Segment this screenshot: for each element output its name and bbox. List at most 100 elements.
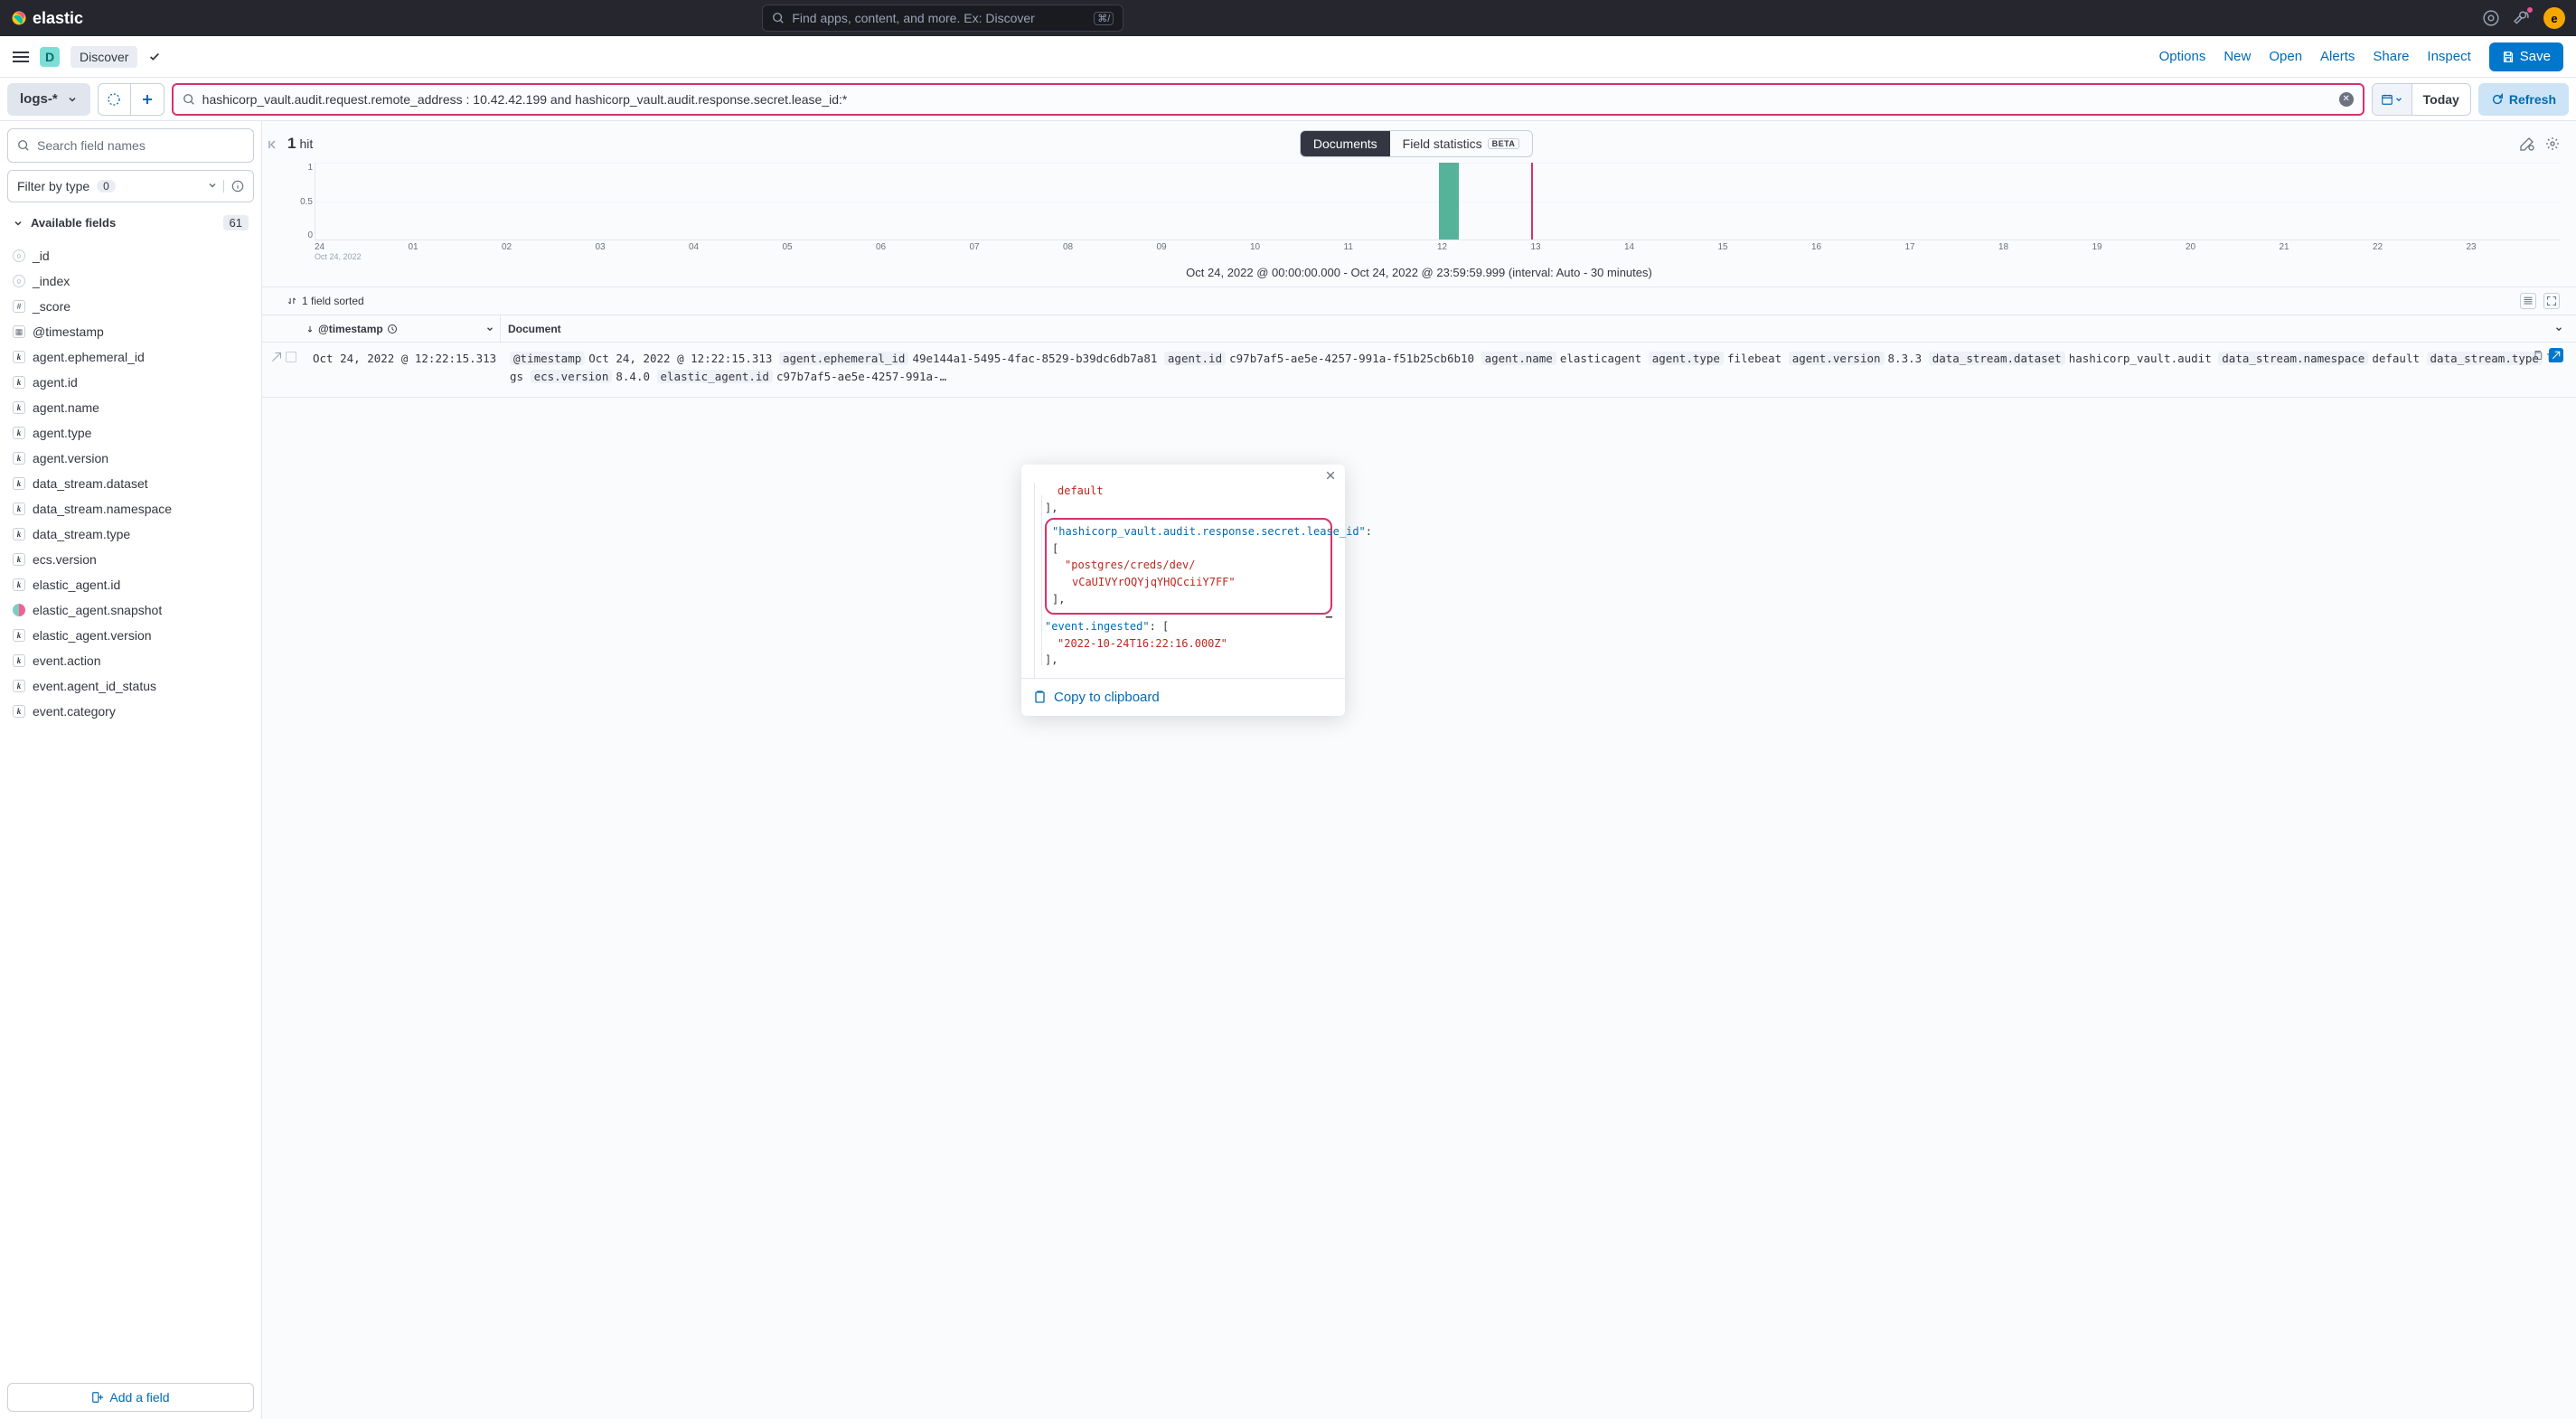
news-icon[interactable]: [2513, 9, 2531, 27]
elastic-logo[interactable]: elastic: [11, 9, 83, 28]
new-link[interactable]: New: [2223, 49, 2251, 64]
close-icon[interactable]: [1325, 470, 1338, 483]
json-highlight: "hashicorp_vault.audit.response.secret.l…: [1045, 518, 1332, 615]
alerts-link[interactable]: Alerts: [2320, 49, 2355, 64]
save-button-label: Save: [2520, 49, 2551, 64]
field-item[interactable]: elastic_agent.snapshot: [7, 597, 249, 623]
tab-field-statistics-label: Field statistics: [1403, 136, 1482, 151]
elastic-logo-icon: [11, 10, 27, 26]
field-item[interactable]: ▦ @timestamp: [7, 319, 249, 344]
app-badge: D: [40, 47, 60, 67]
copy-to-clipboard-label: Copy to clipboard: [1054, 690, 1160, 705]
field-item[interactable]: kagent.type: [7, 420, 249, 446]
filter-by-type[interactable]: Filter by type 0: [7, 170, 254, 202]
field-type-icon: k: [13, 401, 25, 414]
chevron-down-icon: [207, 180, 218, 191]
query-input[interactable]: hashicorp_vault.audit.request.remote_add…: [172, 83, 2364, 116]
field-item[interactable]: kdata_stream.dataset: [7, 471, 249, 496]
field-item[interactable]: kagent.ephemeral_id: [7, 344, 249, 370]
refresh-button[interactable]: Refresh: [2478, 83, 2569, 116]
options-link[interactable]: Options: [2159, 49, 2206, 64]
search-icon: [183, 93, 195, 106]
field-type-icon: k: [13, 528, 25, 540]
chevron-down-icon: [2554, 324, 2563, 334]
add-field-icon: [91, 1391, 104, 1404]
index-pattern-selector[interactable]: logs-*: [7, 83, 90, 116]
field-name: elastic_agent.version: [33, 628, 152, 643]
chart-edit-icon[interactable]: [2520, 136, 2534, 151]
add-filter-icon[interactable]: [131, 83, 164, 116]
add-field-button[interactable]: Add a field: [7, 1383, 254, 1412]
date-picker[interactable]: Today: [2372, 83, 2471, 116]
field-name: elastic_agent.snapshot: [33, 603, 162, 617]
available-fields-header[interactable]: Available fields 61: [7, 210, 254, 236]
filter-by-type-label: Filter by type: [17, 179, 89, 193]
field-item[interactable]: #_score: [7, 294, 249, 319]
filter-by-type-count: 0: [97, 180, 116, 193]
interval-label: Oct 24, 2022 @ 00:00:00.000 - Oct 24, 20…: [262, 262, 2576, 287]
user-avatar[interactable]: e: [2543, 7, 2565, 29]
check-icon: [148, 51, 161, 63]
field-item[interactable]: kevent.agent_id_status: [7, 673, 249, 699]
field-type-icon: k: [13, 654, 25, 667]
app-name-pill[interactable]: Discover: [71, 46, 137, 68]
column-timestamp[interactable]: @timestamp: [304, 315, 501, 342]
tab-documents[interactable]: Documents: [1301, 131, 1390, 156]
field-item[interactable]: kecs.version: [7, 547, 249, 572]
field-type-icon: k: [13, 376, 25, 389]
open-link[interactable]: Open: [2269, 49, 2302, 64]
field-item[interactable]: kdata_stream.namespace: [7, 496, 249, 522]
copy-to-clipboard-button[interactable]: Copy to clipboard: [1021, 678, 1345, 716]
inspect-link[interactable]: Inspect: [2427, 49, 2470, 64]
field-search-input[interactable]: Search field names: [7, 128, 254, 163]
settings-icon[interactable]: [2545, 136, 2560, 151]
expand-row-icon[interactable]: [271, 352, 282, 362]
field-type-icon: ▦: [13, 325, 25, 338]
chevron-down-icon: [67, 94, 78, 105]
field-item[interactable]: kevent.category: [7, 699, 249, 724]
field-item[interactable]: kagent.version: [7, 446, 249, 471]
nav-toggle-icon[interactable]: [13, 52, 29, 62]
field-item[interactable]: k agent.id: [7, 370, 249, 395]
save-button[interactable]: Save: [2489, 42, 2563, 71]
field-item[interactable]: kelastic_agent.id: [7, 572, 249, 597]
field-type-icon: k: [13, 452, 25, 465]
field-item[interactable]: kelastic_agent.version: [7, 623, 249, 648]
share-link[interactable]: Share: [2373, 49, 2409, 64]
field-item[interactable]: kevent.action: [7, 648, 249, 673]
field-name: _score: [33, 299, 71, 314]
field-item[interactable]: kagent.name: [7, 395, 249, 420]
filter-toggle-icon[interactable]: [99, 83, 131, 116]
field-item[interactable]: ○_index: [7, 268, 249, 294]
scroll-indicator: —: [1326, 608, 1332, 625]
save-icon: [2502, 51, 2515, 63]
global-search[interactable]: Find apps, content, and more. Ex: Discov…: [762, 5, 1123, 32]
info-icon[interactable]: [223, 180, 244, 193]
field-type-icon: [13, 604, 25, 616]
clear-query-icon[interactable]: ✕: [2339, 92, 2354, 107]
collapse-sidebar-icon[interactable]: [266, 137, 280, 152]
field-item[interactable]: ○_id: [7, 243, 249, 268]
view-row-icon[interactable]: [2549, 348, 2563, 362]
json-key: "hashicorp_vault.audit.response.secret.l…: [1052, 525, 1366, 538]
global-search-shortcut: ⌘/: [1094, 12, 1114, 25]
tab-field-statistics[interactable]: Field statistics BETA: [1390, 131, 1533, 156]
field-search-placeholder: Search field names: [37, 138, 146, 153]
json-value: vCaUIVYrOQYjqYHQCciiY7FF": [1072, 576, 1236, 588]
field-name: @timestamp: [33, 324, 104, 339]
column-document[interactable]: Document: [501, 323, 2576, 335]
histogram-chart[interactable]: 10.50 24Oct 24, 202201020304050607080910…: [262, 163, 2576, 262]
date-label: Today: [2412, 92, 2470, 107]
density-icon[interactable]: [2520, 293, 2536, 309]
copy-row-icon[interactable]: [2531, 348, 2545, 362]
query-text: hashicorp_vault.audit.request.remote_add…: [202, 92, 2332, 107]
notification-dot: [2527, 7, 2533, 13]
field-item[interactable]: kdata_stream.type: [7, 522, 249, 547]
add-field-label: Add a field: [109, 1390, 169, 1405]
sort-info-label[interactable]: 1 field sorted: [302, 295, 364, 307]
help-icon[interactable]: [2482, 9, 2500, 27]
fullscreen-icon[interactable]: [2543, 293, 2560, 309]
field-name: agent.id: [33, 375, 78, 390]
row-checkbox[interactable]: [286, 352, 296, 362]
global-header: elastic Find apps, content, and more. Ex…: [0, 0, 2576, 36]
